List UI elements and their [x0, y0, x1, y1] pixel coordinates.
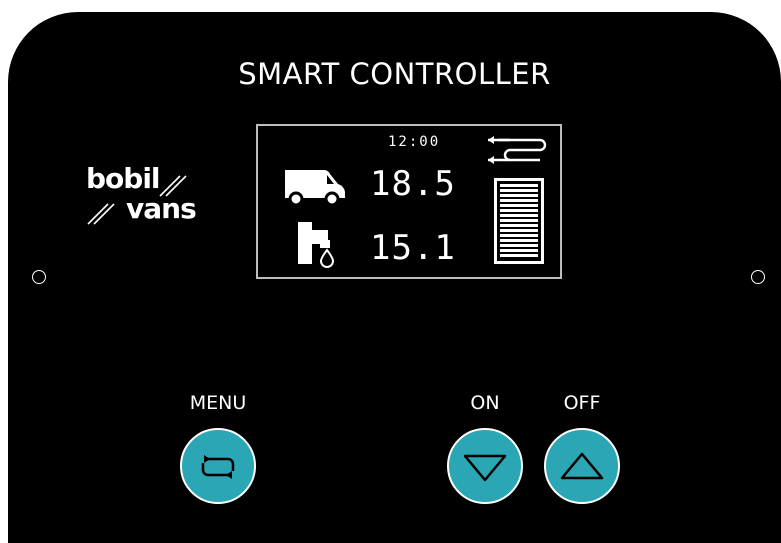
van-value: 18.5: [370, 164, 456, 204]
mount-hole-left: [32, 270, 46, 284]
menu-button-label: MENU: [189, 392, 247, 414]
van-icon: [285, 170, 345, 206]
faucet-icon: [298, 222, 335, 268]
cycle-icon: [201, 455, 235, 479]
menu-button[interactable]: [180, 428, 256, 504]
battery-level-bars: [500, 184, 538, 258]
water-value: 15.1: [370, 228, 456, 268]
arrow-up-icon: [560, 452, 604, 480]
lcd-screen: 12:00 18.5 15.1: [256, 124, 562, 279]
battery-level-icon: [494, 178, 544, 264]
on-down-button[interactable]: [447, 428, 523, 504]
clock-display: 12:00: [388, 134, 441, 150]
off-up-button[interactable]: [544, 428, 620, 504]
arrow-down-icon: [463, 454, 507, 482]
mount-hole-right: [751, 270, 765, 284]
brand-logo: bobil vans: [86, 162, 211, 242]
off-button-label: OFF: [563, 392, 601, 414]
device-title: SMART CONTROLLER: [238, 57, 551, 91]
heater-icon: [488, 136, 547, 164]
controller-panel: SMART CONTROLLER bobil vans 12:00 18.5 1…: [8, 12, 781, 543]
brand-slash-icon: [87, 175, 187, 225]
